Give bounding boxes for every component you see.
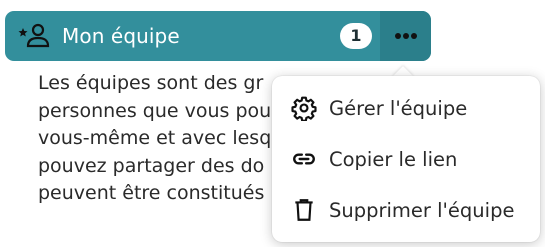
more-options-button[interactable] xyxy=(380,11,431,61)
menu-item-copy-link[interactable]: Copier le lien xyxy=(272,135,540,183)
menu-item-manage-team[interactable]: Gérer l'équipe xyxy=(272,84,540,132)
trash-icon xyxy=(291,197,317,223)
link-icon xyxy=(291,146,317,172)
team-person-star-icon xyxy=(18,22,52,50)
menu-item-label: Gérer l'équipe xyxy=(329,96,468,120)
team-actions-menu: Gérer l'équipe Copier le lien Supprimer … xyxy=(272,76,540,242)
gear-icon xyxy=(291,95,317,121)
menu-item-label: Supprimer l'équipe xyxy=(329,198,515,222)
menu-item-label: Copier le lien xyxy=(329,147,458,171)
team-name: Mon équipe xyxy=(62,24,180,48)
more-horizontal-icon xyxy=(394,32,418,40)
menu-item-delete-team[interactable]: Supprimer l'équipe xyxy=(272,186,540,234)
team-header[interactable]: Mon équipe 1 xyxy=(5,11,431,61)
member-count-badge: 1 xyxy=(340,23,372,49)
